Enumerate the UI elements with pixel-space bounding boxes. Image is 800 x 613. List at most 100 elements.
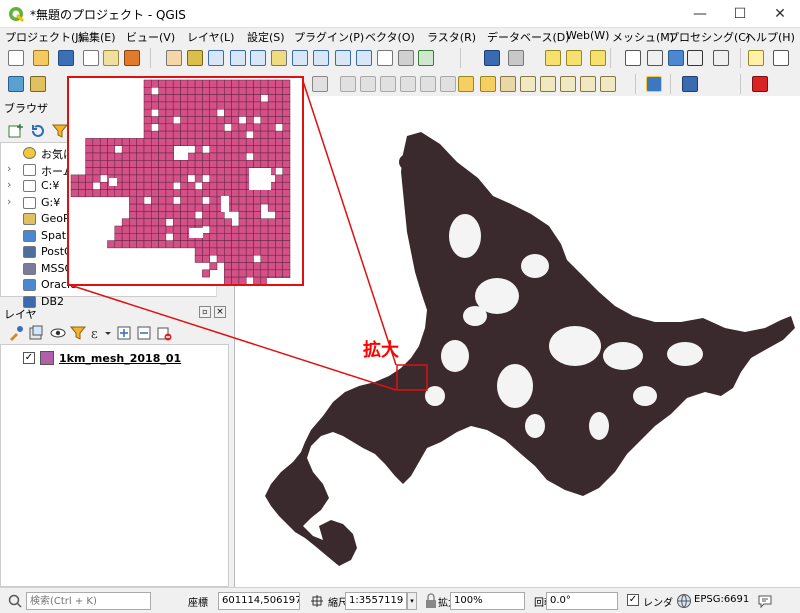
expand-arrow-icon[interactable]: › [7,162,11,175]
select-features-icon[interactable] [545,50,561,66]
paste-features-icon[interactable] [400,76,416,92]
menu-item-12[interactable]: ヘルプ(H) [745,29,795,45]
crs-label[interactable]: EPSG:6691 [694,594,749,605]
zoom-out-icon[interactable] [230,50,246,66]
menu-item-3[interactable]: レイヤ(L) [187,29,234,45]
zoom-to-layer-icon[interactable] [292,50,308,66]
new-geopackage-icon[interactable] [30,76,46,92]
coordinate-field[interactable]: 601114,5061970 [218,592,300,610]
new-map-view-icon[interactable] [377,50,393,66]
lock-scale-icon[interactable] [424,593,438,609]
maximize-button[interactable]: ☐ [720,0,760,28]
style-icon[interactable] [8,325,24,341]
crs-globe-icon[interactable] [676,593,692,609]
move-label-icon[interactable] [540,76,556,92]
zoom-to-selection-icon[interactable] [271,50,287,66]
delete-selected-icon[interactable] [340,76,356,92]
map-canvas[interactable]: 拡大 [234,96,800,587]
toggle-extents-icon[interactable] [309,593,325,609]
actions-icon[interactable] [508,50,524,66]
add-selected-icon[interactable] [8,123,24,139]
zoom-full-icon[interactable] [250,50,266,66]
cut-features-icon[interactable] [360,76,376,92]
redo-icon[interactable] [440,76,456,92]
expand-arrow-icon[interactable]: › [7,178,11,191]
menu-item-10[interactable]: メッシュ(M) [612,29,674,45]
float-panel-icon[interactable]: ▫ [199,306,211,318]
plugin-icon[interactable] [752,76,768,92]
zoom-native-icon[interactable] [313,50,329,66]
refresh-icon[interactable] [30,123,46,139]
menu-item-2[interactable]: ビュー(V) [126,29,175,45]
help-icon[interactable] [682,76,698,92]
annotation-text-icon[interactable] [773,50,789,66]
layer-name[interactable]: 1km_mesh_2018_01 [59,352,181,365]
minimize-button[interactable]: — [680,0,720,28]
filter-icon[interactable] [52,123,68,139]
render-checkbox[interactable]: ✓ [627,594,639,606]
rotation-field[interactable]: 0.0° [546,592,618,610]
menu-item-8[interactable]: データベース(D) [487,29,570,45]
show-labels-icon[interactable] [520,76,536,92]
label-icon[interactable] [458,76,474,92]
open-project-icon[interactable] [33,50,49,66]
close-button[interactable]: ✕ [760,0,800,28]
select-by-value-icon[interactable] [590,50,606,66]
rotate-label-icon[interactable] [560,76,576,92]
change-label-icon[interactable] [580,76,596,92]
menu-item-6[interactable]: ベクタ(O) [365,29,415,45]
scale-dropdown[interactable]: ▾ [407,592,417,610]
locator-search-input[interactable] [26,592,151,610]
filter-legend-icon[interactable] [70,325,86,341]
close-panel-icon[interactable]: × [214,306,226,318]
zoom-last-icon[interactable] [335,50,351,66]
statistics-icon[interactable] [687,50,703,66]
expand-arrow-icon[interactable]: › [7,195,11,208]
style-manager-icon[interactable] [124,50,140,66]
visibility-icon[interactable] [50,325,66,341]
new-project-icon[interactable] [8,50,24,66]
messages-icon[interactable] [757,593,773,609]
menu-item-5[interactable]: プラグイン(P) [294,29,364,45]
menu-item-1[interactable]: 編集(E) [78,29,116,45]
temporal-icon[interactable] [398,50,414,66]
expand-all-icon[interactable] [116,325,132,341]
menu-item-0[interactable]: プロジェクト(J) [5,29,83,45]
toggle-diagram-icon[interactable] [600,76,616,92]
zoom-in-icon[interactable] [208,50,224,66]
pan-to-selection-icon[interactable] [187,50,203,66]
zoom-next-icon[interactable] [356,50,372,66]
save-project-icon[interactable] [58,50,74,66]
menu-item-11[interactable]: プロセシング(C) [668,29,750,45]
label-layer-icon[interactable] [480,76,496,92]
expression-filter-icon[interactable]: ε [90,325,112,341]
collapse-all-icon[interactable] [136,325,152,341]
layer-visibility-checkbox[interactable]: ✓ [23,352,35,364]
identify-icon[interactable] [484,50,500,66]
processing-toolbox-icon[interactable] [668,50,684,66]
layer-row[interactable]: ✓ 1km_mesh_2018_01 [1,351,221,368]
refresh-map-icon[interactable] [418,50,434,66]
scale-field[interactable]: 1:3557119 [345,592,407,610]
magnifier-field[interactable]: 100% [450,592,525,610]
layer-symbol-swatch[interactable] [40,351,54,365]
deselect-icon[interactable] [566,50,582,66]
new-print-layout-icon[interactable] [83,50,99,66]
menu-item-4[interactable]: 設定(S) [247,29,285,45]
pan-icon[interactable] [166,50,182,66]
undo-icon[interactable] [420,76,436,92]
remove-layer-icon[interactable] [156,325,172,341]
attribute-table-icon[interactable] [625,50,641,66]
measure-icon[interactable] [713,50,729,66]
data-source-manager-icon[interactable] [8,76,24,92]
map-tips-icon[interactable] [748,50,764,66]
menu-item-7[interactable]: ラスタ(R) [427,29,476,45]
menu-item-9[interactable]: Web(W) [566,29,609,42]
add-group-icon[interactable] [28,325,44,341]
python-console-icon[interactable] [646,76,662,92]
layout-manager-icon[interactable] [103,50,119,66]
field-calculator-icon[interactable] [647,50,663,66]
copy-features-icon[interactable] [380,76,396,92]
pin-labels-icon[interactable] [500,76,516,92]
digitize-icon[interactable] [312,76,328,92]
